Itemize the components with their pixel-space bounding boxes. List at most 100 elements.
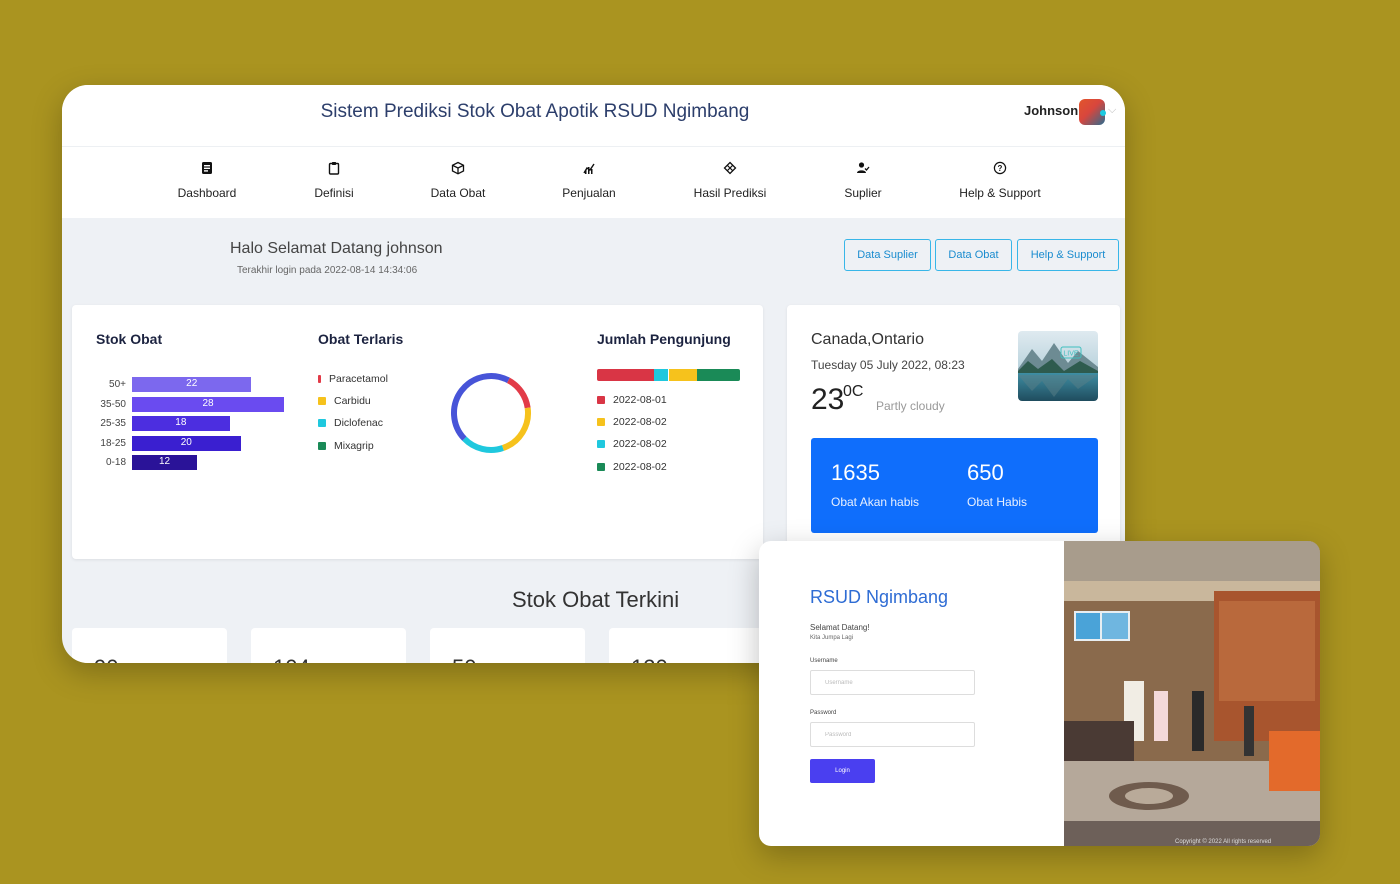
nav-label: Suplier — [844, 186, 882, 200]
password-input[interactable] — [810, 722, 975, 747]
stok-bar[interactable]: 18 — [132, 416, 230, 431]
legend-swatch — [318, 419, 326, 427]
stok-card[interactable]: 50 — [430, 628, 585, 663]
nav-label: Definisi — [314, 186, 354, 200]
app-title: Sistem Prediksi Stok Obat Apotik RSUD Ng… — [320, 101, 750, 122]
password-label: Password — [810, 710, 837, 716]
nav-data-obat[interactable]: Data Obat — [393, 161, 523, 200]
stok-bar-row: 0-18 12 — [72, 455, 312, 470]
legend-swatch — [597, 440, 605, 448]
bar-value-label: 22 — [186, 378, 198, 389]
legend-swatch — [597, 418, 605, 426]
bar-value-label: 20 — [180, 436, 192, 448]
nav-label: Dashboard — [177, 186, 237, 200]
bar-category-label: 18-25 — [100, 437, 126, 449]
legend-swatch — [597, 463, 605, 471]
weather-image: LIVE — [1018, 331, 1098, 401]
legend-swatch — [318, 442, 326, 450]
stok-card-value: 104 — [273, 655, 310, 663]
donut-slice[interactable] — [506, 377, 531, 409]
obat-habis-value: 650 — [967, 460, 1004, 485]
visitor-bar-segment[interactable] — [697, 369, 740, 381]
data-obat-button[interactable]: Data Obat — [935, 239, 1012, 271]
stok-card-value: 50 — [452, 655, 476, 663]
stok-card[interactable]: 104 — [251, 628, 406, 663]
login-button[interactable]: Login — [810, 759, 875, 783]
chevron-down-icon[interactable]: ⌵ — [1108, 104, 1116, 117]
question-icon: ? — [993, 161, 1007, 175]
username-label: Username — [810, 658, 838, 664]
stok-obat-chart: 50+ 22 35-50 28 25-35 18 18-25 20 0-18 12 — [72, 377, 312, 477]
stok-obat-title: Stok Obat — [96, 331, 163, 347]
legend-swatch — [597, 396, 605, 404]
weather-description: Partly cloudy — [876, 399, 945, 413]
nav-definisi[interactable]: Definisi — [269, 161, 399, 200]
document-icon — [202, 162, 212, 174]
stok-card[interactable]: 120 — [609, 628, 764, 663]
stok-card-value: 120 — [631, 655, 668, 663]
help-support-button[interactable]: Help & Support — [1017, 239, 1119, 271]
visitor-bar-segment[interactable] — [668, 369, 698, 381]
top-bar: Sistem Prediksi Stok Obat Apotik RSUD Ng… — [62, 85, 1125, 147]
weather-location: Canada,Ontario — [811, 331, 924, 348]
user-name[interactable]: Johnson — [1024, 103, 1078, 118]
obat-habis-label: Obat Habis — [967, 495, 1028, 509]
nav-label: Hasil Prediksi — [693, 186, 767, 200]
visitor-bar-segment[interactable] — [597, 369, 655, 381]
user-check-icon — [857, 162, 870, 173]
nav-label: Penjualan — [562, 186, 616, 200]
live-badge: LIVE — [1063, 351, 1079, 358]
nav-label: Help & Support — [959, 186, 1041, 200]
nav-suplier[interactable]: Suplier — [798, 161, 928, 200]
weather-datetime: Tuesday 05 July 2022, 08:23 — [811, 358, 965, 372]
stok-bar[interactable]: 12 — [132, 455, 198, 470]
welcome-text: Halo Selamat Datang johnson — [230, 240, 443, 257]
box-icon — [451, 161, 465, 175]
stok-bar[interactable]: 28 — [132, 396, 284, 412]
hospital-lobby-image — [1064, 541, 1320, 846]
cube-icon — [723, 161, 737, 175]
nav-penjualan[interactable]: Penjualan — [524, 161, 654, 200]
stok-bar-row: 50+ 22 — [72, 377, 312, 392]
data-suplier-button[interactable]: Data Suplier — [844, 239, 931, 271]
login-window: RSUD Ngimbang Selamat Datang! Kita Jumpa… — [759, 541, 1320, 846]
donut-slice[interactable] — [501, 407, 531, 451]
bar-value-label: 12 — [159, 456, 171, 467]
login-subtitle: Kita Jumpa Lagi — [810, 635, 854, 641]
main-nav: Dashboard Definisi Data Obat Penjualan H… — [62, 147, 1125, 218]
stok-bar[interactable]: 22 — [132, 377, 252, 392]
stok-bar-row: 35-50 28 — [72, 396, 312, 412]
obat-akan-habis-label: Obat Akan habis — [831, 495, 920, 509]
weather-temperature: 23 — [811, 383, 845, 416]
obat-akan-habis-value: 1635 — [831, 460, 880, 485]
bar-category-label: 0-18 — [105, 457, 126, 468]
last-login-text: Terakhir login pada 2022-08-14 14:34:06 — [237, 265, 418, 276]
online-status-icon — [1100, 110, 1106, 116]
login-greeting: Selamat Datang! — [810, 623, 870, 632]
nav-hasil-prediksi[interactable]: Hasil Prediksi — [665, 161, 795, 200]
visitor-bar-segment[interactable] — [654, 369, 669, 381]
stok-card-value: 90 — [94, 655, 118, 663]
bar-value-label: 28 — [202, 397, 214, 409]
stok-bar[interactable]: 20 — [132, 435, 241, 451]
bar-category-label: 35-50 — [100, 398, 126, 410]
obat-terlaris-donut-chart — [451, 373, 531, 453]
stok-bar-row: 18-25 20 — [72, 435, 312, 451]
donut-slice[interactable] — [451, 373, 510, 441]
donut-slice[interactable] — [462, 436, 504, 453]
jumlah-pengunjung-chart — [597, 369, 740, 381]
legend-swatch — [318, 375, 321, 383]
nav-help-support[interactable]: ? Help & Support — [935, 161, 1065, 200]
copyright-text: Copyright © 2022 All rights reserved — [1175, 839, 1272, 845]
nav-dashboard[interactable]: Dashboard — [142, 161, 272, 200]
clipboard-icon — [328, 162, 340, 175]
svg-text:?: ? — [998, 164, 1003, 173]
bar-category-label: 25-35 — [100, 418, 126, 429]
nav-label: Data Obat — [430, 186, 486, 200]
bar-category-label: 50+ — [109, 379, 126, 390]
login-brand: RSUD Ngimbang — [810, 587, 949, 607]
stok-card[interactable]: 90 — [72, 628, 227, 663]
charts-card: Stok Obat 50+ 22 35-50 28 25-35 18 18-25 20 0-18… — [72, 305, 763, 559]
weather-card: Canada,Ontario Tuesday 05 July 2022, 08:… — [787, 305, 1120, 565]
username-input[interactable] — [810, 670, 975, 695]
